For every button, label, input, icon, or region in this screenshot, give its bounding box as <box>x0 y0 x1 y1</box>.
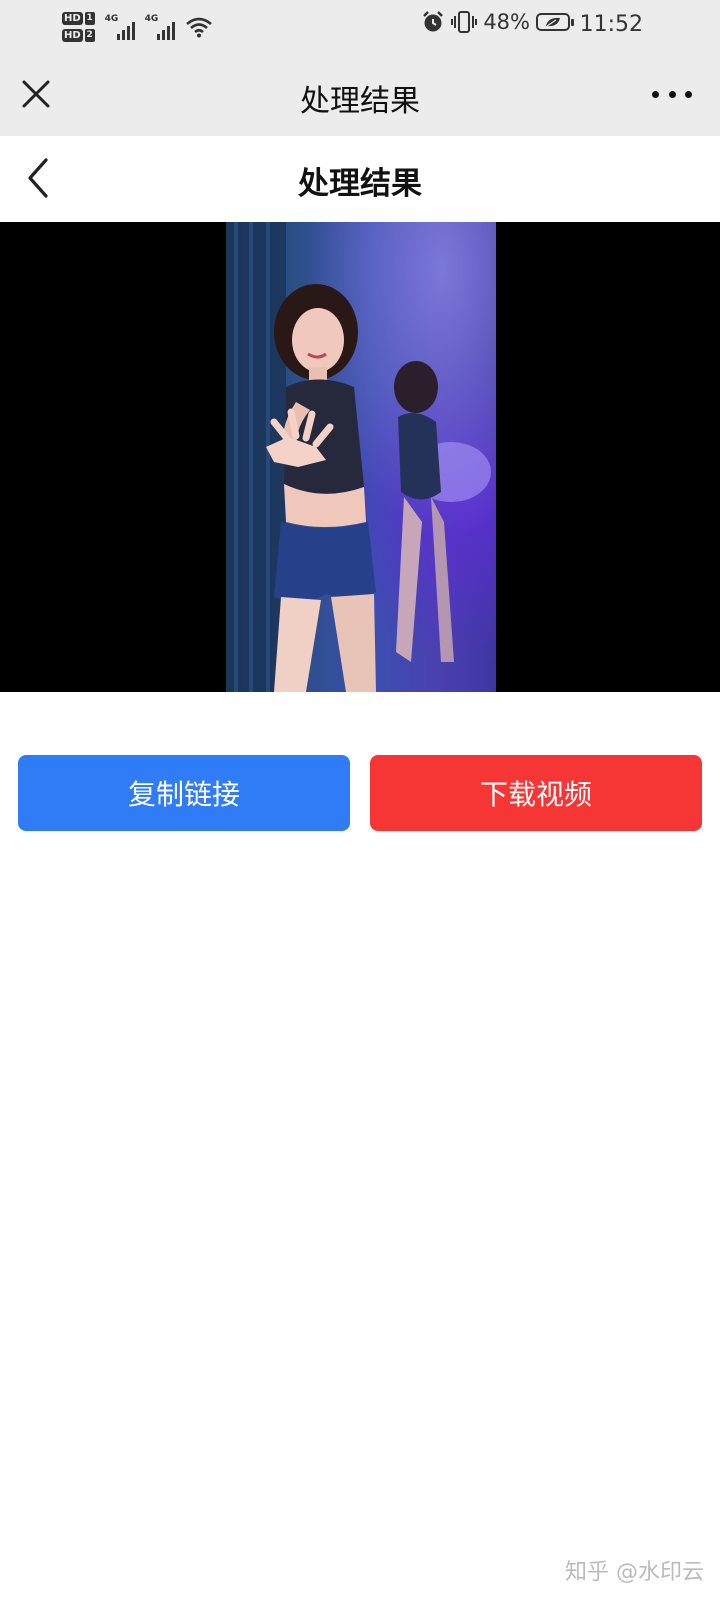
battery-percent: 48% <box>483 10 530 34</box>
network-type-2: 4G <box>144 14 159 24</box>
clock: 11:52 <box>579 12 643 37</box>
watermark: 知乎 @水印云 <box>565 1560 704 1585</box>
vibrate-icon <box>451 11 478 33</box>
status-right: 48% <box>421 10 574 34</box>
sim-1-badge: 1 <box>84 12 95 25</box>
page-title: 处理结果 <box>298 166 422 202</box>
more-icon[interactable] <box>652 84 692 104</box>
more-dot <box>668 90 676 98</box>
more-dot <box>652 90 659 98</box>
signal-2-icon: 4G <box>145 14 175 40</box>
video-player[interactable] <box>0 222 720 692</box>
alarm-icon <box>423 11 444 32</box>
hd-badge-1: HD <box>62 12 83 25</box>
download-video-button[interactable]: 下载视频 <box>370 755 702 831</box>
copy-link-button[interactable]: 复制链接 <box>18 755 350 831</box>
sim-indicators: HD 1 HD 2 <box>62 12 95 42</box>
app-title-bar: 处理结果 <box>0 54 720 136</box>
app-title: 处理结果 <box>300 84 420 119</box>
battery-icon <box>536 13 574 31</box>
video-scene-image <box>226 222 491 692</box>
status-left: HD 1 HD 2 4G 4G <box>62 4 213 50</box>
sim-2-badge: 2 <box>84 29 95 42</box>
wifi-icon <box>185 17 212 38</box>
network-type-1: 4G <box>104 14 119 24</box>
more-dot <box>685 90 692 98</box>
status-bar: HD 1 HD 2 4G 4G 48% 11:52 <box>0 0 720 54</box>
video-frame <box>226 222 496 692</box>
page-header: 处理结果 <box>0 136 720 222</box>
signal-1-icon: 4G <box>105 14 135 40</box>
hd-badge-2: HD <box>62 29 83 42</box>
action-buttons: 复制链接 下载视频 <box>18 755 702 831</box>
